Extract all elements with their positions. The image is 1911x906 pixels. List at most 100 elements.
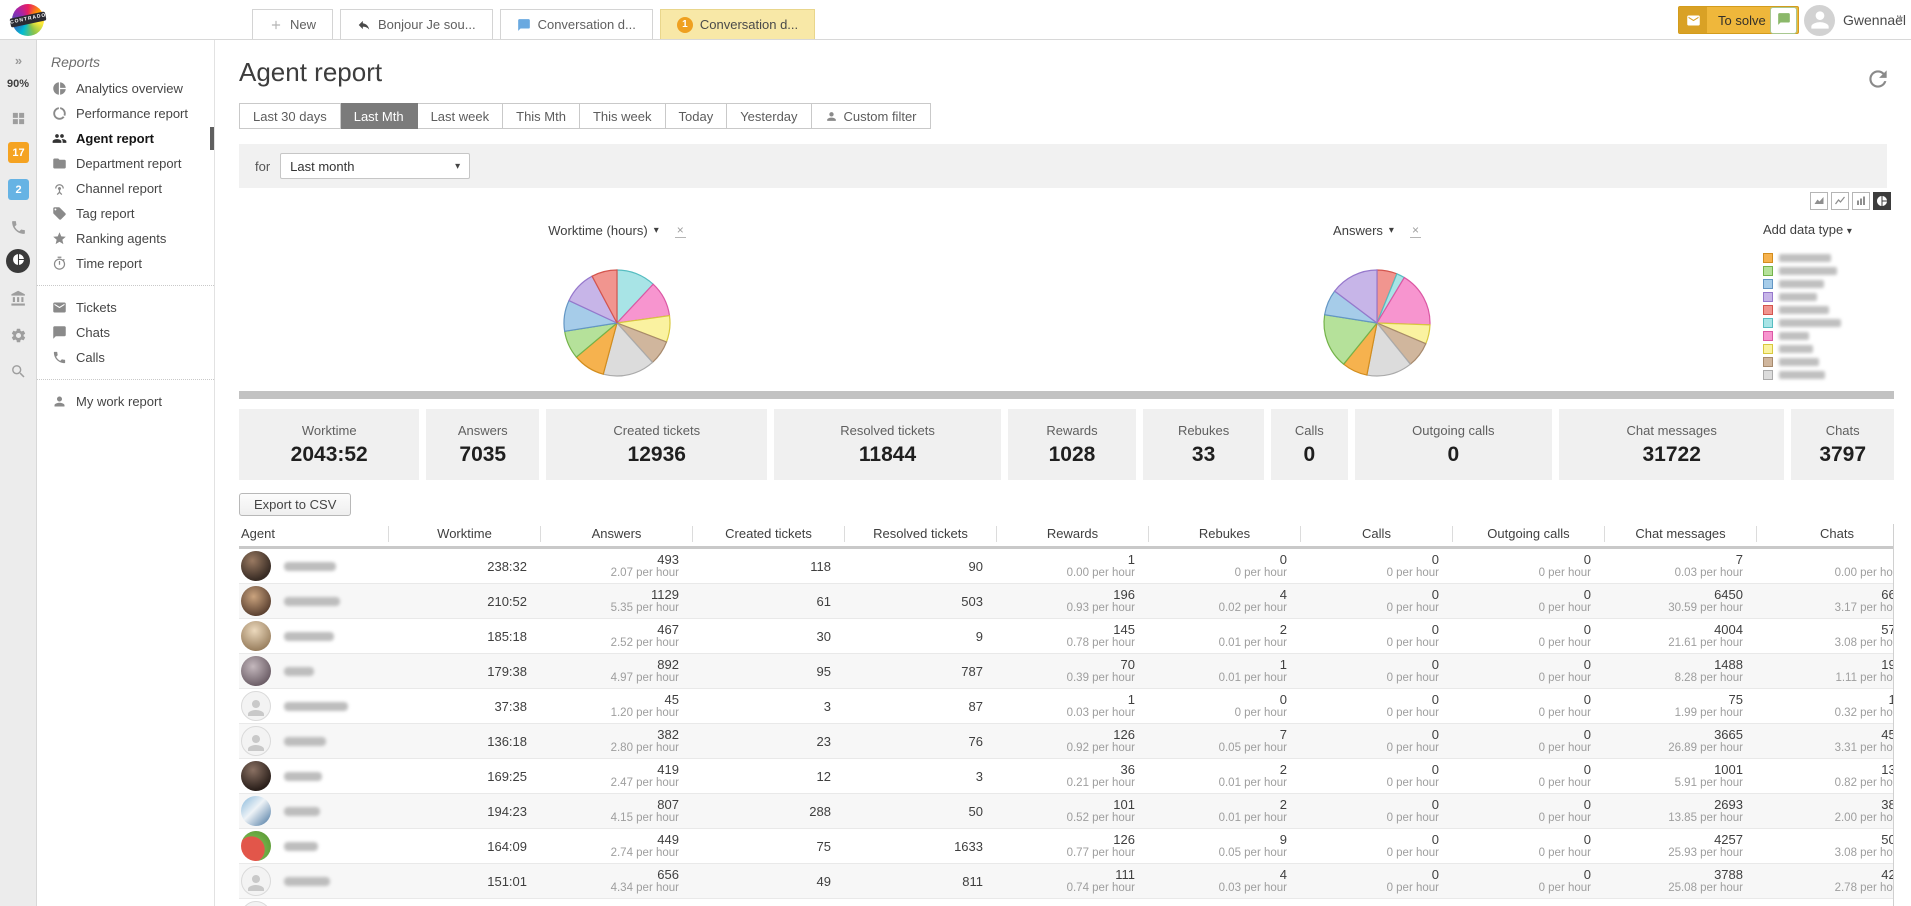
legend-item[interactable]	[1763, 304, 1841, 316]
legend-swatch	[1763, 279, 1773, 289]
tickets-count-badge[interactable]: 17	[8, 142, 29, 163]
sidebar-item-tickets[interactable]: Tickets	[37, 295, 214, 320]
sidebar-item-agent-report[interactable]: Agent report	[37, 126, 214, 151]
value: 0	[1453, 692, 1591, 707]
value: 151:01	[389, 874, 527, 889]
refresh-button[interactable]	[1865, 66, 1891, 92]
table-row[interactable]: 185:184672.52 per hour3091450.78 per hou…	[239, 619, 1894, 654]
expand-sidebar-button[interactable]: »	[0, 48, 36, 72]
value: 101	[997, 797, 1135, 812]
chevron-down-icon[interactable]: ▾	[1389, 225, 1394, 236]
bar-chart-button[interactable]	[1852, 192, 1870, 210]
filter-tab-custom-filter[interactable]: Custom filter	[812, 103, 931, 129]
table-row[interactable]: 37:38451.20 per hour38710.03 per hour00 …	[239, 689, 1894, 724]
filter-tab-last-week[interactable]: Last week	[418, 103, 504, 129]
column-header-created-tickets[interactable]: Created tickets	[693, 526, 845, 542]
column-header-worktime[interactable]: Worktime	[389, 526, 541, 542]
table-row[interactable]: 136:183822.80 per hour23761260.92 per ho…	[239, 724, 1894, 759]
area-chart-button[interactable]	[1810, 192, 1828, 210]
legend-item[interactable]	[1763, 343, 1841, 355]
chats-count-badge[interactable]: 2	[8, 179, 29, 200]
ticket-tab-0[interactable]: New	[252, 9, 333, 39]
column-header-rebukes[interactable]: Rebukes	[1149, 526, 1301, 542]
sidebar-item-analytics-overview[interactable]: Analytics overview	[37, 76, 214, 101]
table-row[interactable]: 169:254192.47 per hour123360.21 per hour…	[239, 759, 1894, 794]
stat-chats: Chats3797	[1791, 409, 1894, 480]
table-row[interactable]: 194:238074.15 per hour288501010.52 per h…	[239, 794, 1894, 829]
table-row[interactable]: 164:094492.74 per hour7516331260.77 per …	[239, 829, 1894, 864]
filter-tab-last-mth[interactable]: Last Mth	[341, 103, 418, 129]
sidebar-item-ranking-agents[interactable]: Ranking agents	[37, 226, 214, 251]
column-header-chat-messages[interactable]: Chat messages	[1605, 526, 1757, 542]
ticket-tab-2[interactable]: Conversation d...	[500, 9, 653, 39]
user-menu[interactable]: Gwennaël	[1843, 12, 1906, 28]
chevron-down-icon[interactable]: ▾	[654, 225, 659, 236]
cell-calls: 00 per hour	[1301, 832, 1453, 860]
sidebar-item-my-work-report[interactable]: My work report	[37, 389, 214, 414]
app-logo[interactable]: CONTRADO	[12, 4, 44, 36]
legend-item[interactable]	[1763, 317, 1841, 329]
column-header-chats[interactable]: Chats	[1757, 526, 1894, 542]
sidebar-item-label: Chats	[76, 325, 110, 340]
cell-resolved: 1633	[845, 839, 997, 854]
close-icon[interactable]: ×	[675, 223, 686, 238]
table-row[interactable]: 179:388924.97 per hour95787700.39 per ho…	[239, 654, 1894, 689]
user-avatar[interactable]	[1804, 5, 1835, 36]
answers-pie-chart[interactable]	[1247, 266, 1507, 383]
legend-item[interactable]	[1763, 356, 1841, 368]
value: 0	[1301, 762, 1439, 777]
legend-item[interactable]	[1763, 369, 1841, 381]
legend-item[interactable]	[1763, 330, 1841, 342]
export-csv-button[interactable]: Export to CSV	[239, 493, 351, 516]
sidebar-item-time-report[interactable]: Time report	[37, 251, 214, 276]
calls-icon[interactable]	[0, 215, 36, 239]
filter-tab-last-30-days[interactable]: Last 30 days	[239, 103, 341, 129]
line-chart-button[interactable]	[1831, 192, 1849, 210]
bank-icon[interactable]	[0, 286, 36, 310]
sidebar-item-performance-report[interactable]: Performance report	[37, 101, 214, 126]
column-header-outgoing-calls[interactable]: Outgoing calls	[1453, 526, 1605, 542]
chats-online-button[interactable]	[1770, 7, 1797, 34]
cell-agent	[239, 551, 389, 581]
legend-item[interactable]	[1763, 252, 1841, 264]
table-row[interactable]: 210:5211295.35 per hour615031960.93 per …	[239, 584, 1894, 619]
column-header-rewards[interactable]: Rewards	[997, 526, 1149, 542]
close-icon[interactable]: ×	[1410, 223, 1421, 238]
pie-chart-button[interactable]	[1873, 192, 1891, 210]
column-header-resolved-tickets[interactable]: Resolved tickets	[845, 526, 997, 542]
rate-per-hour: 0 per hour	[1453, 812, 1591, 825]
sidebar-item-tag-report[interactable]: Tag report	[37, 201, 214, 226]
sidebar-item-label: Tickets	[76, 300, 117, 315]
column-header-calls[interactable]: Calls	[1301, 526, 1453, 542]
legend-item[interactable]	[1763, 265, 1841, 277]
sidebar-item-chats[interactable]: Chats	[37, 320, 214, 345]
dashboard-icon[interactable]	[0, 106, 36, 130]
horizontal-scrollbar[interactable]	[239, 391, 1894, 399]
period-select[interactable]: Last month ▾	[280, 153, 470, 179]
ticket-tab-3[interactable]: 1Conversation d...	[660, 9, 815, 39]
filter-tab-yesterday[interactable]: Yesterday	[727, 103, 811, 129]
add-data-type-dropdown[interactable]: Add data type ▾	[1763, 222, 1852, 237]
table-row[interactable]: 151:016564.34 per hour498111110.74 per h…	[239, 864, 1894, 899]
sidebar-item-calls[interactable]: Calls	[37, 345, 214, 370]
cell-rewards: 1450.78 per hour	[997, 622, 1149, 650]
settings-gear-icon[interactable]	[0, 323, 36, 347]
filter-tab-today[interactable]: Today	[666, 103, 728, 129]
worktime-pie-chart[interactable]	[487, 266, 747, 383]
filter-tab-this-mth[interactable]: This Mth	[503, 103, 580, 129]
column-header-answers[interactable]: Answers	[541, 526, 693, 542]
cell-resolved: 90	[845, 559, 997, 574]
sidebar-item-channel-report[interactable]: Channel report	[37, 176, 214, 201]
search-icon[interactable]	[0, 359, 36, 383]
ticket-tab-1[interactable]: Bonjour Je sou...	[340, 9, 493, 39]
table-row[interactable]: 238:324932.07 per hour1189010.00 per hou…	[239, 549, 1894, 584]
table-row[interactable]	[239, 899, 1894, 906]
zoom-level[interactable]: 90%	[0, 72, 36, 96]
column-header-agent[interactable]: Agent	[239, 526, 389, 542]
legend-item[interactable]	[1763, 278, 1841, 290]
sidebar-item-department-report[interactable]: Department report	[37, 151, 214, 176]
rate-per-hour: 0.32 per hour	[1757, 707, 1894, 720]
legend-item[interactable]	[1763, 291, 1841, 303]
reports-icon[interactable]	[0, 249, 36, 273]
filter-tab-this-week[interactable]: This week	[580, 103, 666, 129]
